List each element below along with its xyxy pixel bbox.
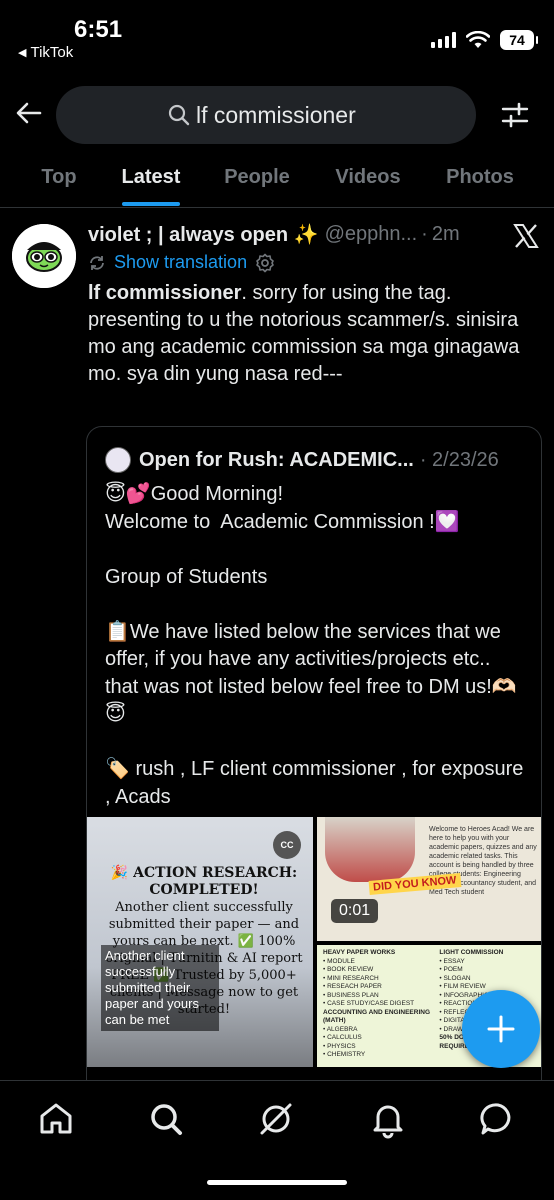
service-list-item: ACCOUNTING AND ENGINEERING (MATH)	[323, 1008, 431, 1025]
show-translation-link[interactable]: Show translation	[114, 252, 247, 273]
action-research-title: 🎉 ACTION RESEARCH: COMPLETED!	[110, 865, 298, 898]
user-handle[interactable]: @epphn...	[325, 223, 418, 246]
service-list-item: • CALCULUS	[323, 1034, 362, 1041]
battery-indicator: 74	[500, 30, 538, 50]
back-triangle-icon: ◀	[18, 47, 27, 59]
back-app-label: TikTok	[30, 44, 74, 61]
service-list-item: • POEM	[439, 966, 463, 973]
quoted-post-header: Open for Rush: ACADEMIC... · 2/23/26	[105, 447, 499, 473]
search-header: lf commissioner	[0, 86, 554, 144]
service-list-item: • ALGEBRA	[323, 1025, 358, 1033]
quoted-display-name: Open for Rush: ACADEMIC...	[139, 448, 414, 471]
status-bar: 6:51 ◀ TikTok 74	[0, 0, 554, 70]
wifi-icon	[466, 31, 490, 48]
avatar[interactable]	[12, 224, 76, 288]
quoted-date: · 2/23/26	[419, 448, 499, 471]
back-arrow-icon[interactable]	[14, 98, 44, 128]
closed-captions-badge[interactable]: CC	[273, 831, 301, 859]
cellular-signal-icon	[431, 32, 456, 48]
home-indicator	[207, 1180, 347, 1185]
service-list-item: • BOOK REVIEW	[323, 966, 374, 973]
post[interactable]: violet ; | always open ✨ @epphn... · 2m …	[0, 210, 554, 1126]
gear-icon[interactable]	[255, 253, 275, 273]
grok-icon[interactable]	[256, 1099, 296, 1139]
search-input[interactable]: lf commissioner	[56, 86, 476, 144]
compose-button[interactable]	[462, 990, 540, 1068]
home-icon[interactable]	[36, 1099, 76, 1139]
display-name[interactable]: violet ; | always open ✨	[88, 222, 319, 247]
service-list-item: • ESSAY	[439, 957, 465, 965]
service-list-item: • RESEACH PAPER	[323, 983, 382, 990]
post-header: violet ; | always open ✨ @epphn... · 2m	[88, 222, 460, 247]
back-to-app-link[interactable]: ◀ TikTok	[18, 44, 73, 61]
service-list-item: • CHEMISTRY	[323, 1051, 366, 1058]
powerpuff-avatar-image	[12, 224, 76, 288]
messages-icon[interactable]	[478, 1099, 518, 1139]
translate-icon	[90, 255, 104, 270]
plus-icon	[487, 1015, 515, 1043]
status-time: 6:51	[74, 16, 123, 43]
service-list-item: • BUSINESS PLAN	[323, 991, 379, 999]
separator-dot: ·	[421, 223, 428, 245]
video-duration: 0:01	[331, 899, 379, 923]
service-list-item: • MODULE	[323, 957, 355, 965]
heavy-paper-works-column: HEAVY PAPER WORKS • MODULE • BOOK REVIEW • …	[323, 949, 439, 1060]
tab-videos[interactable]: Videos	[330, 148, 406, 206]
service-list-item: HEAVY PAPER WORKS	[323, 949, 396, 956]
status-icons: 74	[431, 30, 538, 50]
search-query-text: lf commissioner	[196, 101, 356, 128]
image-caption-overlay: Another client successfully submitted th…	[101, 945, 219, 1031]
service-list-item: • PHYSICS	[323, 1042, 356, 1050]
service-list-item: • CASE STUDY/CASE DIGEST	[323, 1000, 415, 1007]
service-list-item: • MINI RESEARCH	[323, 974, 379, 982]
bell-icon[interactable]	[368, 1099, 408, 1139]
media-video-heroes-acad[interactable]: Welcome to Heroes Acad! We are here to h…	[317, 817, 541, 941]
tab-top[interactable]: Top	[0, 148, 118, 206]
tab-people[interactable]: People	[184, 148, 330, 206]
filter-sliders-icon[interactable]	[500, 100, 530, 130]
service-list-item: LIGHT COMMISSION	[439, 949, 504, 956]
tab-photos[interactable]: Photos	[406, 148, 554, 206]
service-list-item: • SLOGAN	[439, 974, 471, 982]
x-logo-icon	[513, 224, 539, 248]
search-tabs: Top Latest People Videos Photos	[0, 148, 554, 208]
search-icon	[168, 104, 190, 126]
media-image-action-research[interactable]: CC 🎉 ACTION RESEARCH: COMPLETED! Another…	[87, 817, 313, 1067]
students-illustration	[325, 817, 415, 882]
post-body: lf commissioner. sorry for using the tag…	[88, 280, 543, 388]
service-list-item: • FILM REVIEW	[439, 983, 486, 990]
quoted-post-body: 😇💕Good Morning! Welcome to Academic Comm…	[105, 483, 524, 808]
post-timestamp[interactable]: 2m	[432, 223, 460, 246]
post-text-bold: lf commissioner	[88, 282, 242, 304]
search-nav-icon[interactable]	[146, 1099, 186, 1139]
quoted-avatar[interactable]	[105, 447, 131, 473]
translation-row: Show translation	[88, 252, 275, 273]
tab-latest[interactable]: Latest	[118, 148, 184, 206]
